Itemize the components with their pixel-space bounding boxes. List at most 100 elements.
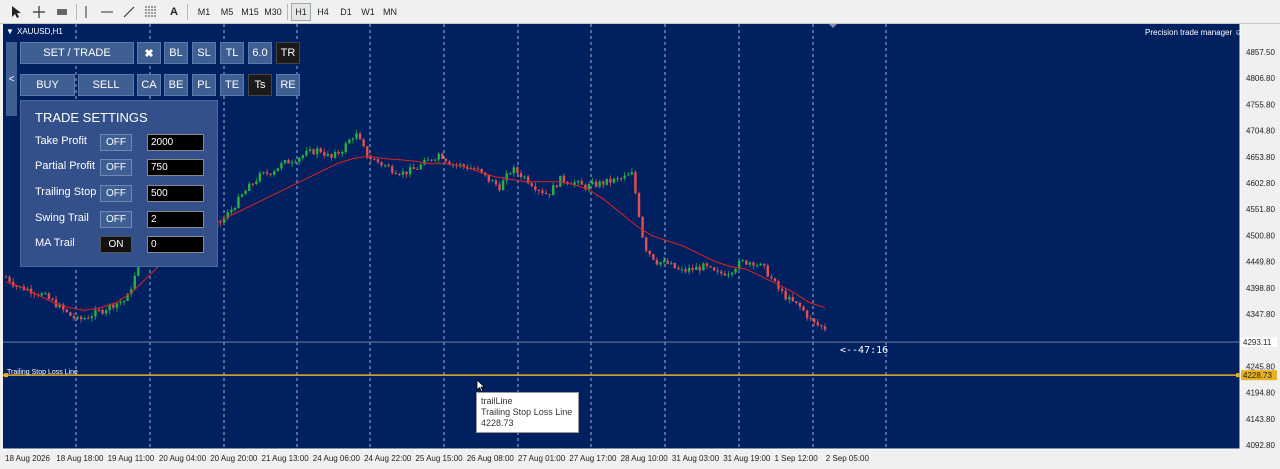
candle-body-112 (405, 171, 408, 175)
lot-button[interactable]: 6.0 (248, 42, 272, 64)
price-label-8: 4449.80 (1246, 258, 1275, 267)
tr-button[interactable]: TR (276, 42, 300, 64)
candle-body-19 (72, 315, 76, 319)
candle-body-27 (101, 309, 104, 314)
tf-d1[interactable]: D1 (336, 3, 356, 21)
tl-button[interactable]: TL (220, 42, 244, 64)
chart-menu-icon[interactable]: ▼ (6, 27, 14, 36)
candle-body-18 (69, 312, 72, 316)
candle-body-98 (355, 133, 358, 139)
ma-trail-input[interactable]: 0 (147, 236, 204, 253)
candle-body-17 (65, 309, 68, 313)
candle-body-147 (530, 183, 533, 187)
candle-body-196 (705, 263, 709, 267)
candle-body-68 (247, 183, 251, 191)
take-profit-toggle[interactable]: OFF (100, 134, 132, 151)
candle-body-95 (344, 143, 347, 152)
crosshair-icon[interactable] (31, 3, 47, 21)
tf-m1[interactable]: M1 (194, 3, 214, 21)
candle-body-198 (712, 267, 716, 271)
chart-window[interactable]: 4857.50 4806.80 4755.80 4704.80 4653.80 4602.… (0, 24, 1280, 469)
candle-body-154 (555, 185, 558, 187)
candle-body-71 (258, 173, 262, 182)
candle-body-210 (755, 265, 759, 267)
candle-body-33 (122, 300, 126, 303)
price-label-5: 4602.80 (1246, 179, 1275, 188)
candle-body-99 (358, 133, 362, 140)
sell-button[interactable]: SELL (78, 74, 134, 96)
be-button[interactable]: BE (164, 74, 188, 96)
candle-body-123 (444, 158, 448, 162)
candle-body-150 (541, 190, 544, 193)
candle-body-167 (602, 181, 605, 185)
ma-trail-toggle[interactable]: ON (100, 236, 132, 253)
trailing-stop-input[interactable]: 500 (147, 185, 204, 202)
tf-h4[interactable]: H4 (313, 3, 333, 21)
trendline-icon[interactable] (121, 3, 137, 21)
tf-m30[interactable]: M30 (262, 3, 284, 21)
candle-body-94 (340, 151, 344, 154)
candle-body-102 (369, 157, 372, 160)
candle-body-119 (430, 159, 433, 161)
candle-body-118 (426, 159, 430, 161)
candle-body-177 (637, 193, 641, 217)
candle-body-207 (745, 260, 748, 265)
trailing-stop-toggle[interactable]: OFF (100, 185, 132, 202)
partial-profit-input[interactable]: 750 (147, 159, 204, 176)
tf-h1[interactable]: H1 (291, 3, 311, 21)
chart-symbol: XAUUSD,H1 (17, 27, 63, 36)
tf-m15[interactable]: M15 (239, 3, 261, 21)
pl-button[interactable]: PL (192, 74, 216, 96)
candle-body-83 (301, 155, 305, 158)
candle-body-222 (798, 302, 802, 307)
candle-body-77 (280, 163, 283, 169)
bl-button[interactable]: BL (164, 42, 188, 64)
re-button[interactable]: RE (276, 74, 300, 96)
candle-body-113 (408, 167, 412, 175)
swing-trail-toggle[interactable]: OFF (100, 211, 132, 228)
ts-button[interactable]: Ts (248, 74, 272, 96)
tf-w1[interactable]: W1 (358, 3, 378, 21)
candle-body-141 (509, 173, 512, 175)
price-label-6: 4551.80 (1246, 205, 1275, 214)
set-trade-button[interactable]: SET / TRADE (20, 42, 134, 64)
cursor-icon[interactable] (8, 3, 24, 21)
time-label-2: 19 Aug 11:00 (108, 454, 155, 463)
fibonacci-icon[interactable] (143, 3, 161, 21)
sl-button[interactable]: SL (192, 42, 216, 64)
candle-body-111 (401, 171, 405, 175)
candle-body-109 (394, 172, 398, 174)
candle-body-142 (512, 167, 516, 174)
candle-body-144 (519, 173, 523, 178)
candle-body-204 (734, 269, 737, 273)
te-button[interactable]: TE (220, 74, 244, 96)
vertical-line-icon[interactable] (79, 3, 93, 21)
tf-mn[interactable]: MN (380, 3, 400, 21)
buy-button[interactable]: BUY (20, 74, 75, 96)
candle-body-140 (505, 173, 508, 181)
partial-profit-toggle[interactable]: OFF (100, 159, 132, 176)
trade-settings-panel: TRADE SETTINGS Take Profit OFF 2000 Part… (20, 100, 218, 267)
time-label-5: 21 Aug 13:00 (262, 454, 310, 463)
candle-body-219 (788, 297, 791, 300)
horizontal-line-icon[interactable] (99, 3, 115, 21)
candle-body-66 (240, 194, 244, 197)
candle-body-188 (677, 268, 680, 270)
candle-body-137 (494, 180, 498, 185)
ca-button[interactable]: CA (137, 74, 161, 96)
swing-trail-input[interactable]: 2 (147, 211, 204, 228)
take-profit-input[interactable]: 2000 (147, 134, 204, 151)
candle-body-25 (94, 309, 97, 317)
candle-body-86 (312, 149, 315, 155)
candle-body-138 (498, 184, 501, 191)
text-icon[interactable]: A (166, 3, 182, 21)
candle-body-161 (580, 181, 584, 185)
price-label-1: 4806.80 (1246, 74, 1275, 83)
candle-body-104 (376, 159, 380, 163)
close-all-icon[interactable]: ✖ (137, 42, 161, 64)
zoom-window-icon[interactable] (54, 3, 70, 21)
tf-m5[interactable]: M5 (217, 3, 237, 21)
candle-body-206 (741, 260, 744, 262)
collapse-panel-button[interactable]: < (6, 42, 17, 116)
trail-line-tooltip: trailLine Trailing Stop Loss Line 4228.7… (476, 392, 579, 433)
